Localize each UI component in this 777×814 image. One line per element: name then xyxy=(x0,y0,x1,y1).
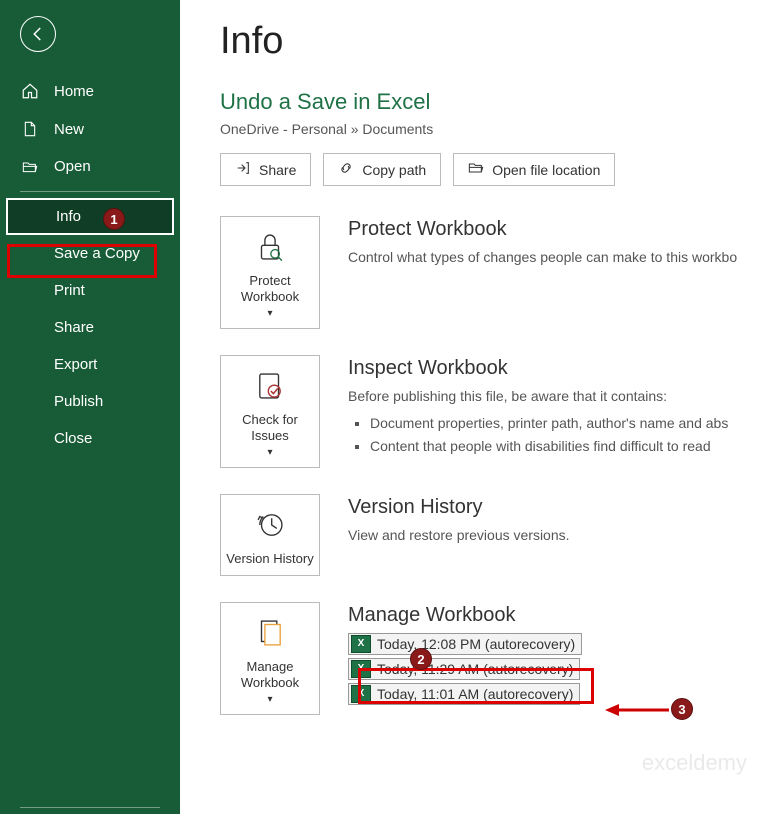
tool-label: Copy path xyxy=(362,162,426,178)
section-title: Inspect Workbook xyxy=(348,357,777,380)
version-label: Today, 11:29 AM (autorecovery) xyxy=(377,661,573,677)
nav-label: New xyxy=(54,121,84,138)
excel-icon: X xyxy=(351,635,371,653)
bullet-item: Content that people with disabilities fi… xyxy=(370,436,777,457)
section-desc: Before publishing this file, be aware th… xyxy=(348,386,777,457)
folder-open-icon xyxy=(468,160,484,179)
section-title: Version History xyxy=(348,496,777,519)
sidebar-item-new[interactable]: New xyxy=(0,110,180,148)
annotation-callout-1: 1 xyxy=(103,208,125,230)
backstage-sidebar: Home New Open Info Save a Copy Print Sha… xyxy=(0,0,180,814)
lock-icon xyxy=(225,227,315,267)
back-button[interactable] xyxy=(20,16,56,52)
big-btn-label: Protect Workbook xyxy=(225,273,315,304)
annotation-arrow xyxy=(603,700,673,720)
history-icon xyxy=(225,505,315,545)
nav-label: Save a Copy xyxy=(54,245,140,262)
home-icon xyxy=(20,82,40,100)
nav-label: Publish xyxy=(54,393,103,410)
big-btn-label: Version History xyxy=(225,551,315,567)
sidebar-item-home[interactable]: Home xyxy=(0,72,180,110)
nav-label: Home xyxy=(54,83,94,100)
excel-icon: X xyxy=(351,685,371,703)
checklist-icon xyxy=(225,366,315,406)
manage-workbook-button[interactable]: Manage Workbook ▾ xyxy=(220,602,320,715)
protect-section: Protect Workbook ▾ Protect Workbook Cont… xyxy=(220,216,777,329)
bullet-item: Document properties, printer path, autho… xyxy=(370,413,777,434)
annotation-callout-3: 3 xyxy=(671,698,693,720)
sidebar-item-open[interactable]: Open xyxy=(0,148,180,185)
sidebar-item-print[interactable]: Print xyxy=(0,272,180,309)
nav-divider xyxy=(20,807,160,808)
sidebar-item-info[interactable]: Info xyxy=(6,198,174,235)
sidebar-item-close[interactable]: Close xyxy=(0,420,180,457)
document-title: Undo a Save in Excel xyxy=(220,89,777,115)
version-history-section: Version History Version History View and… xyxy=(220,494,777,576)
sidebar-item-save-copy[interactable]: Save a Copy xyxy=(0,235,180,272)
nav-label: Print xyxy=(54,282,85,299)
version-label: Today, 12:08 PM (autorecovery) xyxy=(377,636,575,652)
open-icon xyxy=(20,159,40,175)
page-title: Info xyxy=(220,20,777,63)
chevron-down-icon: ▾ xyxy=(267,308,272,319)
section-desc: Control what types of changes people can… xyxy=(348,247,777,268)
section-desc: View and restore previous versions. xyxy=(348,525,777,546)
nav-divider xyxy=(20,191,160,192)
excel-icon: X xyxy=(351,660,371,678)
copy-path-button[interactable]: Copy path xyxy=(323,153,441,186)
document-icon xyxy=(225,613,315,653)
open-file-location-button[interactable]: Open file location xyxy=(453,153,615,186)
autorecovery-list: X Today, 12:08 PM (autorecovery) X Today… xyxy=(348,633,777,708)
big-btn-label: Manage Workbook xyxy=(225,659,315,690)
sidebar-item-share[interactable]: Share xyxy=(0,309,180,346)
manage-workbook-section: Manage Workbook ▾ Manage Workbook X Toda… xyxy=(220,602,777,715)
breadcrumb: OneDrive - Personal » Documents xyxy=(220,121,777,137)
info-toolbar: Share Copy path Open file location xyxy=(220,153,777,186)
chevron-down-icon: ▾ xyxy=(267,447,272,458)
nav-label: Info xyxy=(56,208,81,225)
section-title: Protect Workbook xyxy=(348,218,777,241)
new-icon xyxy=(20,120,40,138)
chevron-down-icon: ▾ xyxy=(267,694,272,705)
version-label: Today, 11:01 AM (autorecovery) xyxy=(377,686,573,702)
autorecovery-version[interactable]: X Today, 11:29 AM (autorecovery) xyxy=(348,658,580,680)
version-history-button[interactable]: Version History xyxy=(220,494,320,576)
desc-text: Before publishing this file, be aware th… xyxy=(348,388,667,404)
big-btn-label: Check for Issues xyxy=(225,412,315,443)
check-for-issues-button[interactable]: Check for Issues ▾ xyxy=(220,355,320,468)
main-pane: Info Undo a Save in Excel OneDrive - Per… xyxy=(180,0,777,814)
autorecovery-version[interactable]: X Today, 12:08 PM (autorecovery) xyxy=(348,633,582,655)
protect-workbook-button[interactable]: Protect Workbook ▾ xyxy=(220,216,320,329)
sidebar-item-publish[interactable]: Publish xyxy=(0,383,180,420)
nav-label: Close xyxy=(54,430,92,447)
link-icon xyxy=(338,160,354,179)
tool-label: Open file location xyxy=(492,162,600,178)
share-button[interactable]: Share xyxy=(220,153,311,186)
autorecovery-version[interactable]: X Today, 11:01 AM (autorecovery) xyxy=(348,683,580,705)
sidebar-item-export[interactable]: Export xyxy=(0,346,180,383)
tool-label: Share xyxy=(259,162,296,178)
section-title: Manage Workbook xyxy=(348,604,777,627)
annotation-callout-2: 2 xyxy=(410,648,432,670)
share-icon xyxy=(235,160,251,179)
nav-label: Share xyxy=(54,319,94,336)
nav-label: Export xyxy=(54,356,97,373)
nav-label: Open xyxy=(54,158,91,175)
inspect-section: Check for Issues ▾ Inspect Workbook Befo… xyxy=(220,355,777,468)
